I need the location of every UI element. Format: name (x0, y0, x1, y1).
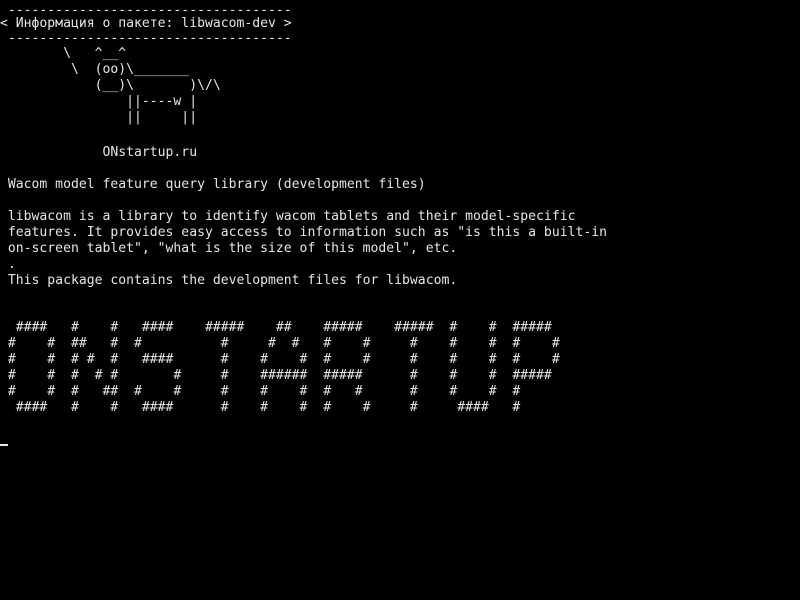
cow-line-4: ||----w | (0, 94, 198, 109)
description-line-2: features. It provides easy access to inf… (0, 225, 607, 240)
cow-line-5: || || (0, 110, 198, 125)
bubble-bottom-border: ------------------------------------ (0, 31, 292, 46)
description-line-4: . (0, 257, 16, 272)
cow-line-3: (__)\ )\/\ (0, 78, 221, 93)
description-line-5: This package contains the development fi… (0, 273, 458, 288)
description-line-3: on-screen tablet", "what is the size of … (0, 241, 458, 256)
cow-line-2: \ (oo)\_______ (0, 62, 190, 77)
package-summary: Wacom model feature query library (devel… (0, 177, 426, 192)
banner-line-2: # # ## # # # # # # # # # # # # (0, 336, 560, 351)
banner-line-4: # # # # # # # ###### ##### # # # ##### (0, 368, 552, 383)
banner-line-6: #### # # #### # # # # # # #### # (0, 400, 521, 415)
bubble-title: < Информация о пакете: libwacom-dev > (0, 16, 292, 31)
banner-line-5: # # # ## # # # # # # # # # # # (0, 384, 521, 399)
banner-line-1: #### # # #### ##### ## ##### ##### # # #… (0, 320, 552, 335)
description-line-1: libwacom is a library to identify wacom … (0, 209, 576, 224)
text-cursor (0, 444, 8, 446)
cow-line-1: \ ^__^ (0, 46, 127, 61)
banner-line-3: # # # # # #### # # # # # # # # # # (0, 352, 560, 367)
terminal-screen[interactable]: ------------------------------------ < И… (0, 0, 800, 600)
site-label: ONstartup.ru (0, 145, 198, 160)
